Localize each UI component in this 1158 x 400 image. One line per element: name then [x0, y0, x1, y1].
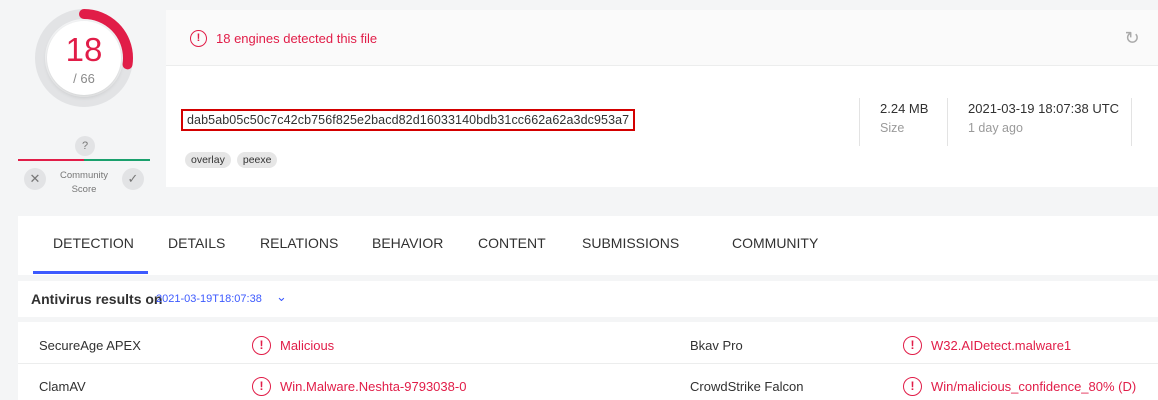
engine-result: W32.AIDetect.malware1 — [931, 338, 1072, 353]
engine-name: CrowdStrike Falcon — [690, 379, 804, 394]
community-score-bar-malicious — [18, 159, 84, 161]
tag-peexe[interactable]: peexe — [236, 152, 278, 168]
analysis-date-relative: 1 day ago — [968, 121, 1023, 135]
active-tab-indicator — [33, 271, 148, 274]
engine-name: Bkav Pro — [690, 338, 743, 353]
antivirus-results-table: SecureAge APEX ! Malicious Bkav Pro ! W3… — [18, 322, 1158, 400]
tab-submissions[interactable]: SUBMISSIONS — [582, 235, 679, 251]
divider — [859, 98, 860, 146]
community-score-bar-harmless — [84, 159, 150, 161]
chevron-down-icon[interactable]: ⌄ — [276, 289, 287, 305]
file-tags: overlay peexe — [185, 150, 283, 168]
engine-name: ClamAV — [39, 379, 86, 394]
tab-relations[interactable]: RELATIONS — [260, 235, 338, 251]
analysis-date-value: 2021-03-19 18:07:38 UTC — [968, 101, 1120, 116]
engine-result: Malicious — [280, 338, 335, 353]
detection-count: 18 — [65, 31, 103, 68]
file-summary-card: ! 18 engines detected this file ↻ dab5ab… — [166, 10, 1158, 187]
tab-detection[interactable]: DETECTION — [53, 235, 134, 251]
community-score-help-icon[interactable]: ? — [75, 136, 95, 156]
community-score-label-line2: Score — [71, 184, 97, 195]
engine-result: Win.Malware.Neshta-9793038-0 — [280, 379, 467, 394]
vote-malicious-button[interactable]: ✕ — [24, 168, 46, 190]
reanalyze-icon[interactable]: ↻ — [1122, 28, 1142, 48]
score-panel: 18 / 66 ? ✕ Community Score ✓ — [0, 0, 165, 205]
divider — [1131, 98, 1132, 146]
tab-community[interactable]: COMMUNITY — [732, 235, 818, 251]
alert-icon: ! — [252, 336, 271, 355]
alert-icon: ! — [903, 336, 922, 355]
antivirus-results-header: Antivirus results on 2021-03-19T18:07:38… — [18, 281, 1158, 317]
engine-total: / 66 — [73, 71, 95, 86]
table-row: ClamAV ! Win.Malware.Neshta-9793038-0 Cr… — [18, 365, 1158, 400]
engine-name: SecureAge APEX — [39, 338, 141, 353]
community-score-label: Community Score — [50, 169, 118, 197]
community-score-bar — [18, 159, 150, 161]
file-size-label: Size — [880, 121, 905, 135]
divider — [947, 98, 948, 146]
results-title: Antivirus results on — [31, 291, 163, 307]
engine-result: Win/malicious_confidence_80% (D) — [931, 379, 1137, 394]
tag-overlay[interactable]: overlay — [185, 152, 231, 168]
detection-banner: ! 18 engines detected this file ↻ — [166, 10, 1158, 66]
community-score-label-line1: Community — [59, 170, 109, 181]
results-date-selector[interactable]: 2021-03-19T18:07:38 — [156, 293, 262, 305]
table-row: SecureAge APEX ! Malicious Bkav Pro ! W3… — [18, 324, 1158, 364]
alert-icon: ! — [252, 377, 271, 396]
file-size-value: 2.24 MB — [880, 101, 929, 116]
vote-harmless-button[interactable]: ✓ — [122, 168, 144, 190]
tab-details[interactable]: DETAILS — [168, 235, 225, 251]
report-tabs: DETECTION DETAILS RELATIONS BEHAVIOR CON… — [18, 216, 1158, 275]
tab-behavior[interactable]: BEHAVIOR — [372, 235, 443, 251]
alert-icon: ! — [190, 30, 207, 47]
file-hash[interactable]: dab5ab05c50c7c42cb756f825e2bacd82d160331… — [181, 109, 636, 131]
detection-summary: 18 engines detected this file — [216, 31, 378, 46]
tab-content[interactable]: CONTENT — [478, 235, 546, 251]
alert-icon: ! — [903, 377, 922, 396]
